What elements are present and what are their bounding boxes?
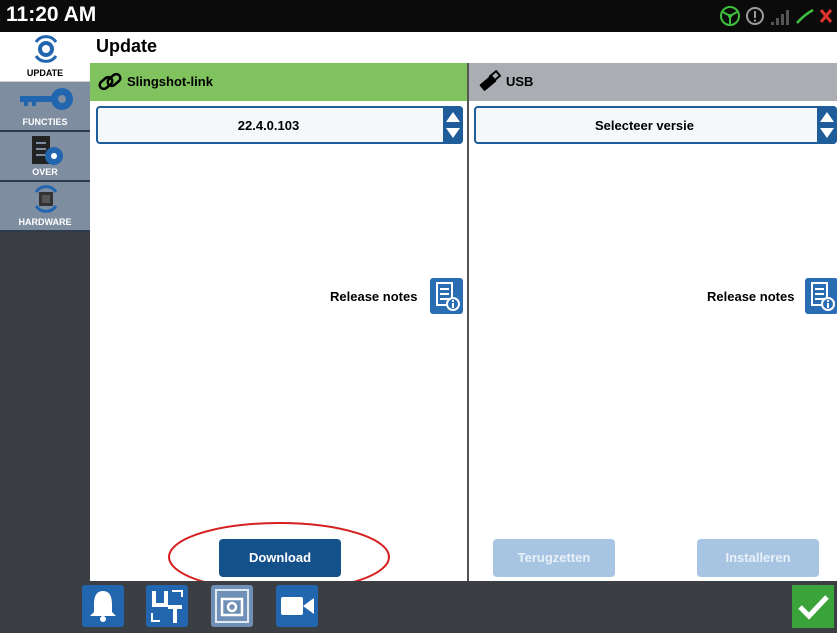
steering-wheel-icon bbox=[720, 6, 740, 26]
usb-version-select[interactable]: Selecteer versie bbox=[474, 106, 837, 144]
update-gear-icon bbox=[34, 35, 58, 63]
usb-panel: USB Selecteer versie Release notes Terug… bbox=[469, 63, 837, 581]
error-x-icon bbox=[819, 9, 833, 23]
video-icon[interactable] bbox=[276, 585, 318, 627]
alert-circle-icon bbox=[746, 7, 764, 25]
sidebar-item-label: OVER bbox=[32, 167, 58, 177]
sidebar: UPDATE FUNCTIES OVER HARDWARE bbox=[0, 32, 90, 581]
release-notes-label: Release notes bbox=[330, 289, 418, 304]
release-notes-label: Release notes bbox=[707, 289, 795, 304]
key-icon bbox=[20, 88, 73, 110]
sidebar-item-functies[interactable]: FUNCTIES bbox=[0, 82, 90, 132]
camera-icon[interactable] bbox=[211, 585, 253, 627]
sidebar-item-update[interactable]: UPDATE bbox=[0, 32, 90, 82]
release-notes-icon[interactable] bbox=[805, 278, 837, 314]
hardware-chip-icon bbox=[34, 185, 58, 213]
usb-version-select-value: Selecteer versie bbox=[594, 118, 695, 133]
select-arrows-icon bbox=[817, 106, 837, 144]
bottom-bar bbox=[0, 581, 837, 630]
confirm-check-icon[interactable] bbox=[792, 585, 834, 628]
install-button[interactable]: Installeren bbox=[697, 539, 819, 577]
version-select-value: 22.4.0.103 bbox=[237, 118, 300, 133]
link-icon bbox=[98, 72, 122, 91]
usb-panel-header[interactable]: USB bbox=[469, 63, 837, 101]
main-content: Update Slingshot-link 22.4.0.103 Release… bbox=[90, 32, 837, 581]
usb-panel-title: USB bbox=[506, 74, 534, 89]
sidebar-item-over[interactable]: OVER bbox=[0, 132, 90, 182]
ut-icon[interactable] bbox=[146, 585, 188, 627]
usb-icon bbox=[479, 70, 502, 91]
status-icons bbox=[719, 3, 833, 29]
release-notes-icon[interactable] bbox=[430, 278, 463, 314]
bell-icon[interactable] bbox=[82, 585, 124, 627]
sidebar-item-label: FUNCTIES bbox=[22, 117, 68, 127]
slingshot-panel-header[interactable]: Slingshot-link bbox=[90, 63, 467, 101]
clock: 11:20 AM bbox=[6, 3, 97, 26]
sidebar-item-label: UPDATE bbox=[26, 68, 64, 78]
slingshot-panel: Slingshot-link 22.4.0.103 Release notes bbox=[90, 63, 469, 581]
info-document-icon bbox=[32, 136, 63, 165]
signal-bars-icon bbox=[771, 10, 789, 25]
sidebar-item-label: HARDWARE bbox=[18, 217, 72, 227]
restore-button[interactable]: Terugzetten bbox=[493, 539, 615, 577]
sidebar-item-hardware[interactable]: HARDWARE bbox=[0, 182, 90, 232]
status-bar: 11:20 AM bbox=[0, 0, 837, 32]
page-title: Update bbox=[96, 36, 158, 56]
select-arrows-icon bbox=[443, 106, 463, 144]
slingshot-panel-title: Slingshot-link bbox=[127, 74, 213, 89]
version-select[interactable]: 22.4.0.103 bbox=[96, 106, 463, 144]
gps-status-icon bbox=[796, 8, 814, 24]
